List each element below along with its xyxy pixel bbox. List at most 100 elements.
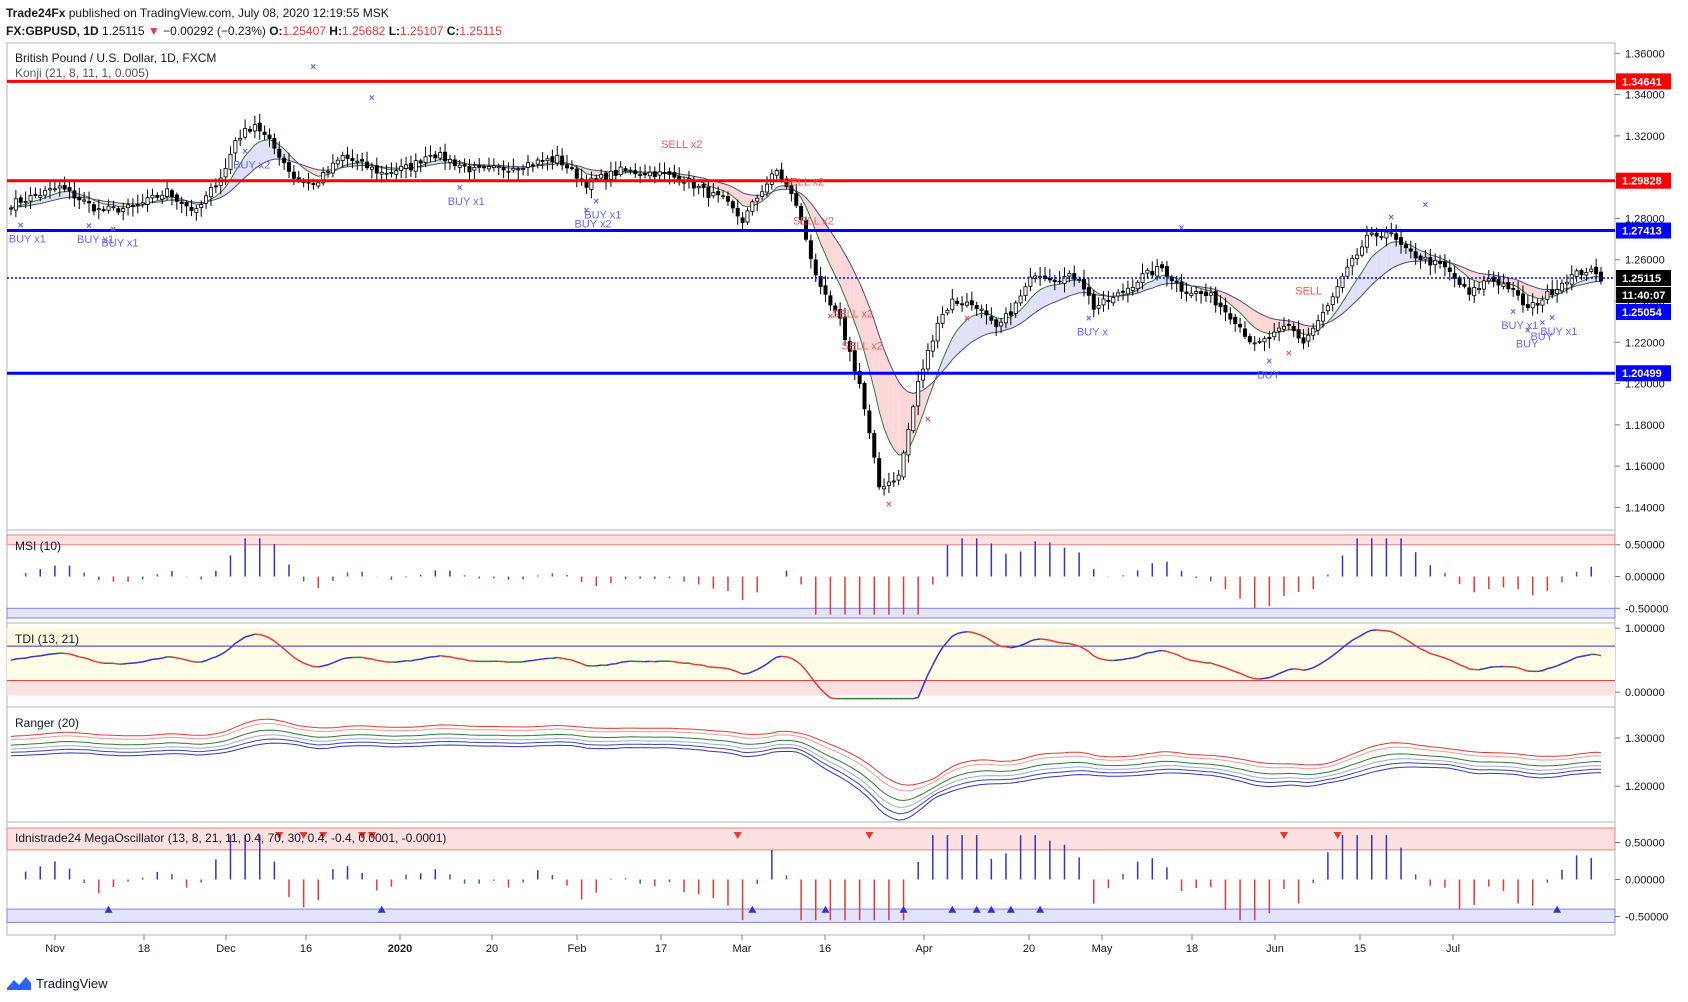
osc-tick-label: -0.50000	[1625, 603, 1668, 615]
candle-body	[389, 171, 394, 174]
candle-body	[1233, 316, 1238, 325]
candle-body	[940, 313, 945, 324]
candle-body	[335, 159, 340, 165]
candle-body	[1325, 305, 1330, 312]
candle-body	[428, 154, 433, 157]
candle-body	[945, 309, 950, 314]
candle-body	[1203, 291, 1208, 297]
candle-body	[1399, 237, 1404, 245]
tdi-line	[1191, 659, 1197, 662]
candle-body	[769, 173, 774, 185]
time-tick-label: 18	[1186, 943, 1198, 955]
candle-body	[77, 196, 82, 201]
candle-body	[1472, 287, 1477, 297]
candle-body	[28, 195, 33, 202]
tdi-line	[1264, 676, 1270, 680]
candle-body	[555, 155, 560, 164]
tdi-line	[157, 657, 163, 660]
candle-body	[950, 298, 955, 311]
candle-body	[486, 166, 491, 170]
buy-signal-label: BUY x1	[448, 196, 485, 208]
candle-body	[1379, 235, 1384, 238]
candle-body	[882, 486, 887, 490]
candle-body	[672, 172, 677, 178]
buy-signal-marker: ×	[1086, 313, 1092, 324]
candle-body	[199, 204, 204, 208]
candle-body	[345, 154, 350, 159]
candle-body	[525, 162, 530, 168]
konji-cloud	[1059, 282, 1065, 301]
candle-body	[452, 159, 457, 167]
candle-body	[1121, 290, 1126, 293]
candle-body	[340, 155, 345, 161]
candle-body	[1403, 244, 1408, 249]
candle-body	[1145, 269, 1150, 274]
candle-body	[238, 138, 243, 141]
konji-cloud	[1069, 280, 1075, 296]
buy-signal-marker: ×	[1266, 357, 1272, 368]
tradingview-logo[interactable]: TradingView	[6, 975, 108, 991]
candle-body	[8, 207, 13, 210]
tdi-line	[561, 657, 568, 660]
candle-body	[101, 209, 106, 211]
candle-body	[608, 170, 613, 180]
tdi-line	[381, 660, 387, 663]
konji-cloud	[1381, 245, 1387, 277]
konji-cloud	[1342, 294, 1348, 314]
tradingview-icon	[7, 977, 31, 990]
candle-body	[1067, 272, 1072, 277]
candle-body	[964, 301, 969, 306]
tdi-line	[181, 658, 187, 661]
candle-body	[745, 210, 750, 223]
tdi-line	[1005, 646, 1011, 649]
candle-body	[823, 285, 828, 295]
candle-body	[413, 160, 418, 172]
tdi-zone	[7, 646, 1615, 681]
konji-cloud	[1162, 275, 1167, 285]
tdi-line	[1581, 654, 1587, 658]
candle-body	[43, 189, 48, 196]
candle-body	[862, 383, 867, 410]
candle-body	[477, 165, 482, 168]
candle-body	[160, 194, 165, 200]
candle-body	[1584, 271, 1589, 276]
candle-body	[18, 197, 23, 203]
konji-cloud	[1391, 241, 1397, 269]
indicator-title: Konji (21, 8, 11, 1, 0.005)	[15, 66, 149, 80]
candle-body	[1428, 257, 1433, 266]
time-tick-label: 20	[1023, 943, 1035, 955]
candle-body	[682, 181, 687, 184]
time-tick-label: Jul	[1446, 943, 1460, 955]
konji-cloud	[971, 314, 977, 343]
candle-body	[994, 319, 999, 327]
buy-signal-label: BUY x2	[233, 159, 270, 171]
price-tick-label: 1.18000	[1625, 420, 1665, 432]
candle-body	[140, 202, 145, 205]
last-price-label: 1.25115	[1622, 273, 1661, 285]
tdi-line	[722, 667, 729, 670]
candle-body	[1018, 295, 1023, 304]
candle-body	[545, 158, 550, 162]
tdi-line	[1161, 649, 1168, 653]
konji-cloud	[976, 313, 982, 339]
candle-body	[1330, 296, 1335, 305]
candle-body	[447, 159, 452, 163]
tdi-line	[1298, 668, 1304, 671]
candle-body	[408, 162, 413, 171]
chart-canvas[interactable]: 1.360001.340001.320001.300001.280001.260…	[0, 0, 1688, 972]
candle-body	[1286, 323, 1291, 326]
konji-cloud	[1049, 284, 1055, 305]
candle-body	[267, 134, 272, 139]
candle-body	[1223, 304, 1228, 313]
konji-cloud	[742, 192, 748, 207]
candle-body	[311, 183, 316, 185]
konji-cloud	[884, 349, 889, 441]
candle-body	[233, 140, 238, 154]
candle-body	[1306, 334, 1311, 342]
candle-body	[1296, 329, 1301, 339]
tdi-line	[401, 659, 407, 663]
candle-body	[1116, 292, 1121, 297]
candle-body	[911, 406, 916, 432]
tdi-line	[1001, 645, 1007, 648]
candle-body	[638, 174, 643, 176]
